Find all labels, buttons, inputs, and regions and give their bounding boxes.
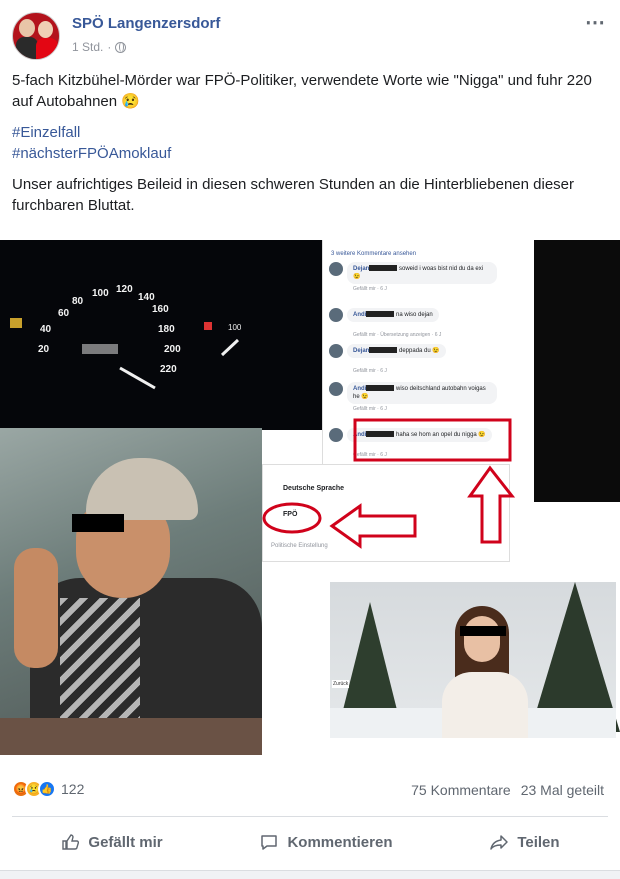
post-text-main: 5-fach Kitzbühel-Mörder war FPÖ-Politike… (12, 72, 592, 110)
action-bar: Gefällt mir Kommentieren Teilen (12, 820, 608, 864)
annotation-overlay (262, 418, 516, 549)
like-reaction-icon: 👍 (38, 780, 56, 798)
share-label: Teilen (517, 833, 560, 851)
thumbs-up-icon (62, 834, 80, 850)
post-bottom-edge (0, 870, 620, 879)
shares-count-link[interactable]: 23 Mal geteilt (521, 782, 604, 798)
comment-icon (261, 835, 278, 850)
share-button[interactable]: Teilen (489, 832, 560, 852)
comments-count-link[interactable]: 75 Kommentare (411, 782, 511, 798)
post-meta: 1 Std. · (72, 40, 127, 54)
reaction-count: 122 (61, 781, 85, 797)
page-name-link[interactable]: SPÖ Langenzersdorf (72, 15, 220, 32)
post-image[interactable]: 20 40 60 80 100 120 140 160 180 200 220 100 3 weit… (0, 240, 620, 765)
highlight-box (353, 418, 512, 462)
post-time[interactable]: 1 Std. (72, 40, 103, 54)
hashtag-amoklauf[interactable]: #nächsterFPÖAmoklauf (12, 143, 608, 164)
share-icon (490, 835, 509, 850)
comment-label: Kommentieren (287, 833, 393, 851)
more-options-icon[interactable]: ⋯ (585, 10, 606, 35)
hashtag-einzelfall[interactable]: #Einzelfall (12, 122, 608, 143)
arrow-left-icon (329, 503, 417, 549)
post-body: 5-fach Kitzbühel-Mörder war FPÖ-Politike… (12, 70, 608, 226)
highlight-ellipse (262, 502, 322, 534)
arrow-up-icon (467, 465, 516, 544)
post-header: SPÖ Langenzersdorf 1 Std. · ⋯ (0, 0, 620, 66)
like-button[interactable]: Gefällt mir (60, 832, 163, 852)
globe-icon (115, 41, 127, 53)
post-stats: 75 Kommentare 23 Mal geteilt (411, 782, 604, 798)
page-avatar[interactable] (12, 12, 60, 60)
post-text-second: Unser aufrichtiges Beileid in diesen sch… (12, 176, 575, 214)
divider (12, 816, 608, 817)
like-label: Gefällt mir (88, 833, 163, 851)
reactions-summary[interactable]: 😡 😢 👍 122 (12, 780, 84, 798)
comment-button[interactable]: Kommentieren (259, 832, 392, 852)
